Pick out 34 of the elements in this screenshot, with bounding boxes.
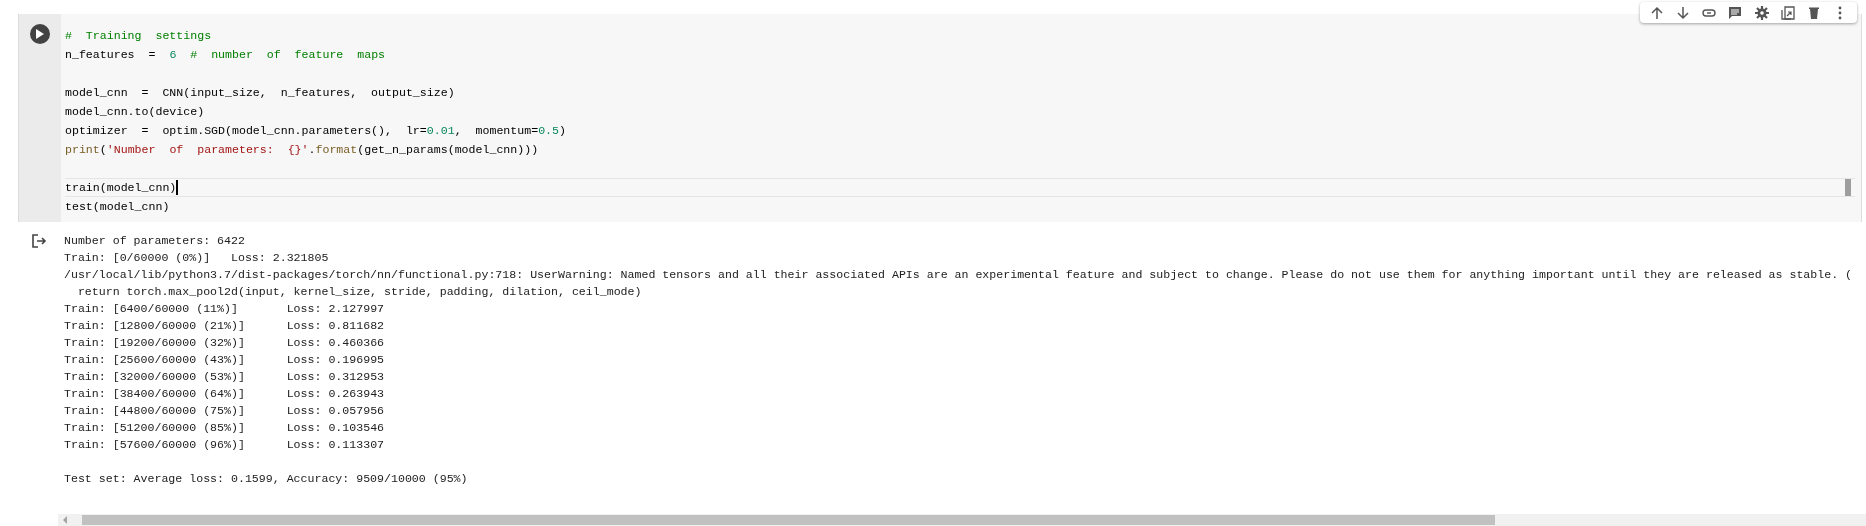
output-line: Train: [6400/60000 (11%)] Loss: 2.127997 [64, 301, 386, 317]
arrow-up-icon[interactable] [1650, 5, 1665, 20]
code-line: optimizer = optim.SGD(model_cnn.parameters(), lr=0.01, momentum=0.5) [65, 123, 566, 139]
output-line: Train: [32000/60000 (53%)] Loss: 0.312953 [64, 369, 386, 385]
run-button[interactable] [30, 24, 50, 44]
output-line: Number of parameters: 6422 [64, 233, 246, 249]
output-line: Train: [19200/60000 (32%)] Loss: 0.460366 [64, 335, 386, 351]
output-line: Test set: Average loss: 0.1599, Accuracy: 9509/10000 (95%) [64, 471, 469, 487]
code-line: test(model_cnn) [65, 199, 170, 215]
scrollbar-thumb[interactable] [82, 515, 1495, 525]
code-line: train(model_cnn) [65, 180, 177, 196]
arrow-down-icon[interactable] [1676, 5, 1691, 20]
code-line: model_cnn.to(device) [65, 104, 205, 120]
delete-icon[interactable] [1806, 5, 1821, 20]
output-line: Train: [0/60000 (0%)] Loss: 2.321805 [64, 250, 330, 266]
scroll-marker [1845, 179, 1851, 196]
output-line: Train: [38400/60000 (64%)] Loss: 0.263943 [64, 386, 386, 402]
output-line: Train: [44800/60000 (75%)] Loss: 0.057956 [64, 403, 386, 419]
code-line: model_cnn = CNN(input_size, n_features, output_size) [65, 85, 455, 101]
output-line: Train: [51200/60000 (85%)] Loss: 0.103546 [64, 420, 386, 436]
output-icon [31, 234, 47, 248]
code-line: n_features = 6 # number of feature maps [65, 47, 386, 63]
play-icon [36, 29, 44, 39]
code-line: # Training settings [65, 28, 212, 44]
output-line: /usr/local/lib/python3.7/dist-packages/torch/nn/functional.py:718: UserWarning: Named tensors and all their associated APIs are an experimental feature and subject to change. Please do not use them for anything important until they are released as stable. ( [64, 267, 1854, 283]
output-line: Train: [57600/60000 (96%)] Loss: 0.113307 [64, 437, 386, 453]
code-line: print('Number of parameters: {}'.format(get_n_params(model_cnn))) [65, 142, 539, 158]
output-line: Train: [25600/60000 (43%)] Loss: 0.196995 [64, 352, 386, 368]
text-cursor [176, 180, 179, 195]
mirror-cell-icon[interactable] [1780, 5, 1795, 20]
output-line: Train: [12800/60000 (21%)] Loss: 0.811682 [64, 318, 386, 334]
output-line: return torch.max_pool2d(input, kernel_size, stride, padding, dilation, ceil_mode) [76, 284, 643, 300]
settings-icon[interactable] [1754, 5, 1769, 20]
comment-icon[interactable] [1728, 5, 1743, 20]
